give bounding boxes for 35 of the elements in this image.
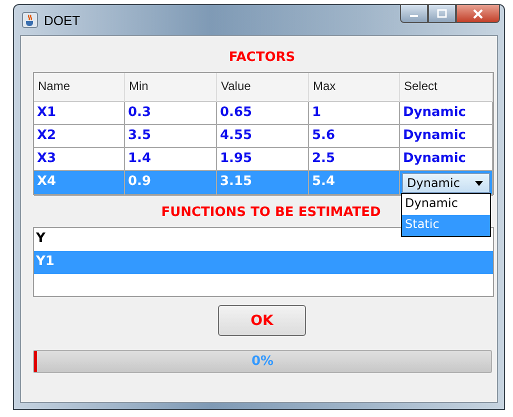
table-cell: 4.55	[217, 125, 309, 148]
table-cell: 0.9	[125, 171, 217, 196]
maximize-button[interactable]	[428, 4, 456, 23]
cup-icon	[22, 12, 38, 28]
table-cell: 3.15	[217, 171, 309, 196]
table-cell: 3.5	[125, 125, 217, 148]
column-header[interactable]: Value	[217, 73, 309, 102]
window-title: DOET	[44, 12, 80, 28]
table-row[interactable]: X2 3.5 4.55 5.6 Dynamic	[34, 125, 493, 148]
column-header[interactable]: Name	[34, 73, 125, 102]
close-button[interactable]	[456, 4, 500, 23]
minimize-button[interactable]	[400, 4, 428, 23]
table-cell: 0.3	[125, 102, 217, 125]
maximize-icon	[437, 9, 447, 18]
factors-heading: FACTORS	[228, 50, 296, 65]
column-header[interactable]: Select	[400, 73, 493, 102]
progress-text: 0%	[251, 354, 274, 369]
table-cell: 5.6	[309, 125, 400, 148]
table-cell: X4	[34, 171, 125, 196]
close-icon	[472, 8, 484, 18]
caret-icon	[475, 180, 483, 186]
table-cell-text: Dynamic	[402, 150, 468, 166]
column-header[interactable]: Min	[125, 73, 217, 102]
table-cell: X2	[34, 125, 125, 148]
functions-heading: FUNCTIONS TO BE ESTIMATED	[160, 205, 382, 220]
table-cell: X1	[34, 102, 125, 125]
table-cell: 1	[309, 102, 400, 125]
table-row[interactable]: X1 0.3 0.65 1 Dynamic	[34, 102, 493, 125]
table-cell: 5.4	[309, 171, 400, 196]
column-header[interactable]: Max	[309, 73, 400, 102]
select-dropdown[interactable]: Dynamic	[402, 173, 490, 193]
table-cell: 0.65	[217, 102, 309, 125]
dropdown-option[interactable]: Dynamic	[402, 194, 490, 215]
table-cell-text: Dynamic	[402, 127, 468, 143]
table-cell-text: Dynamic	[402, 104, 468, 120]
